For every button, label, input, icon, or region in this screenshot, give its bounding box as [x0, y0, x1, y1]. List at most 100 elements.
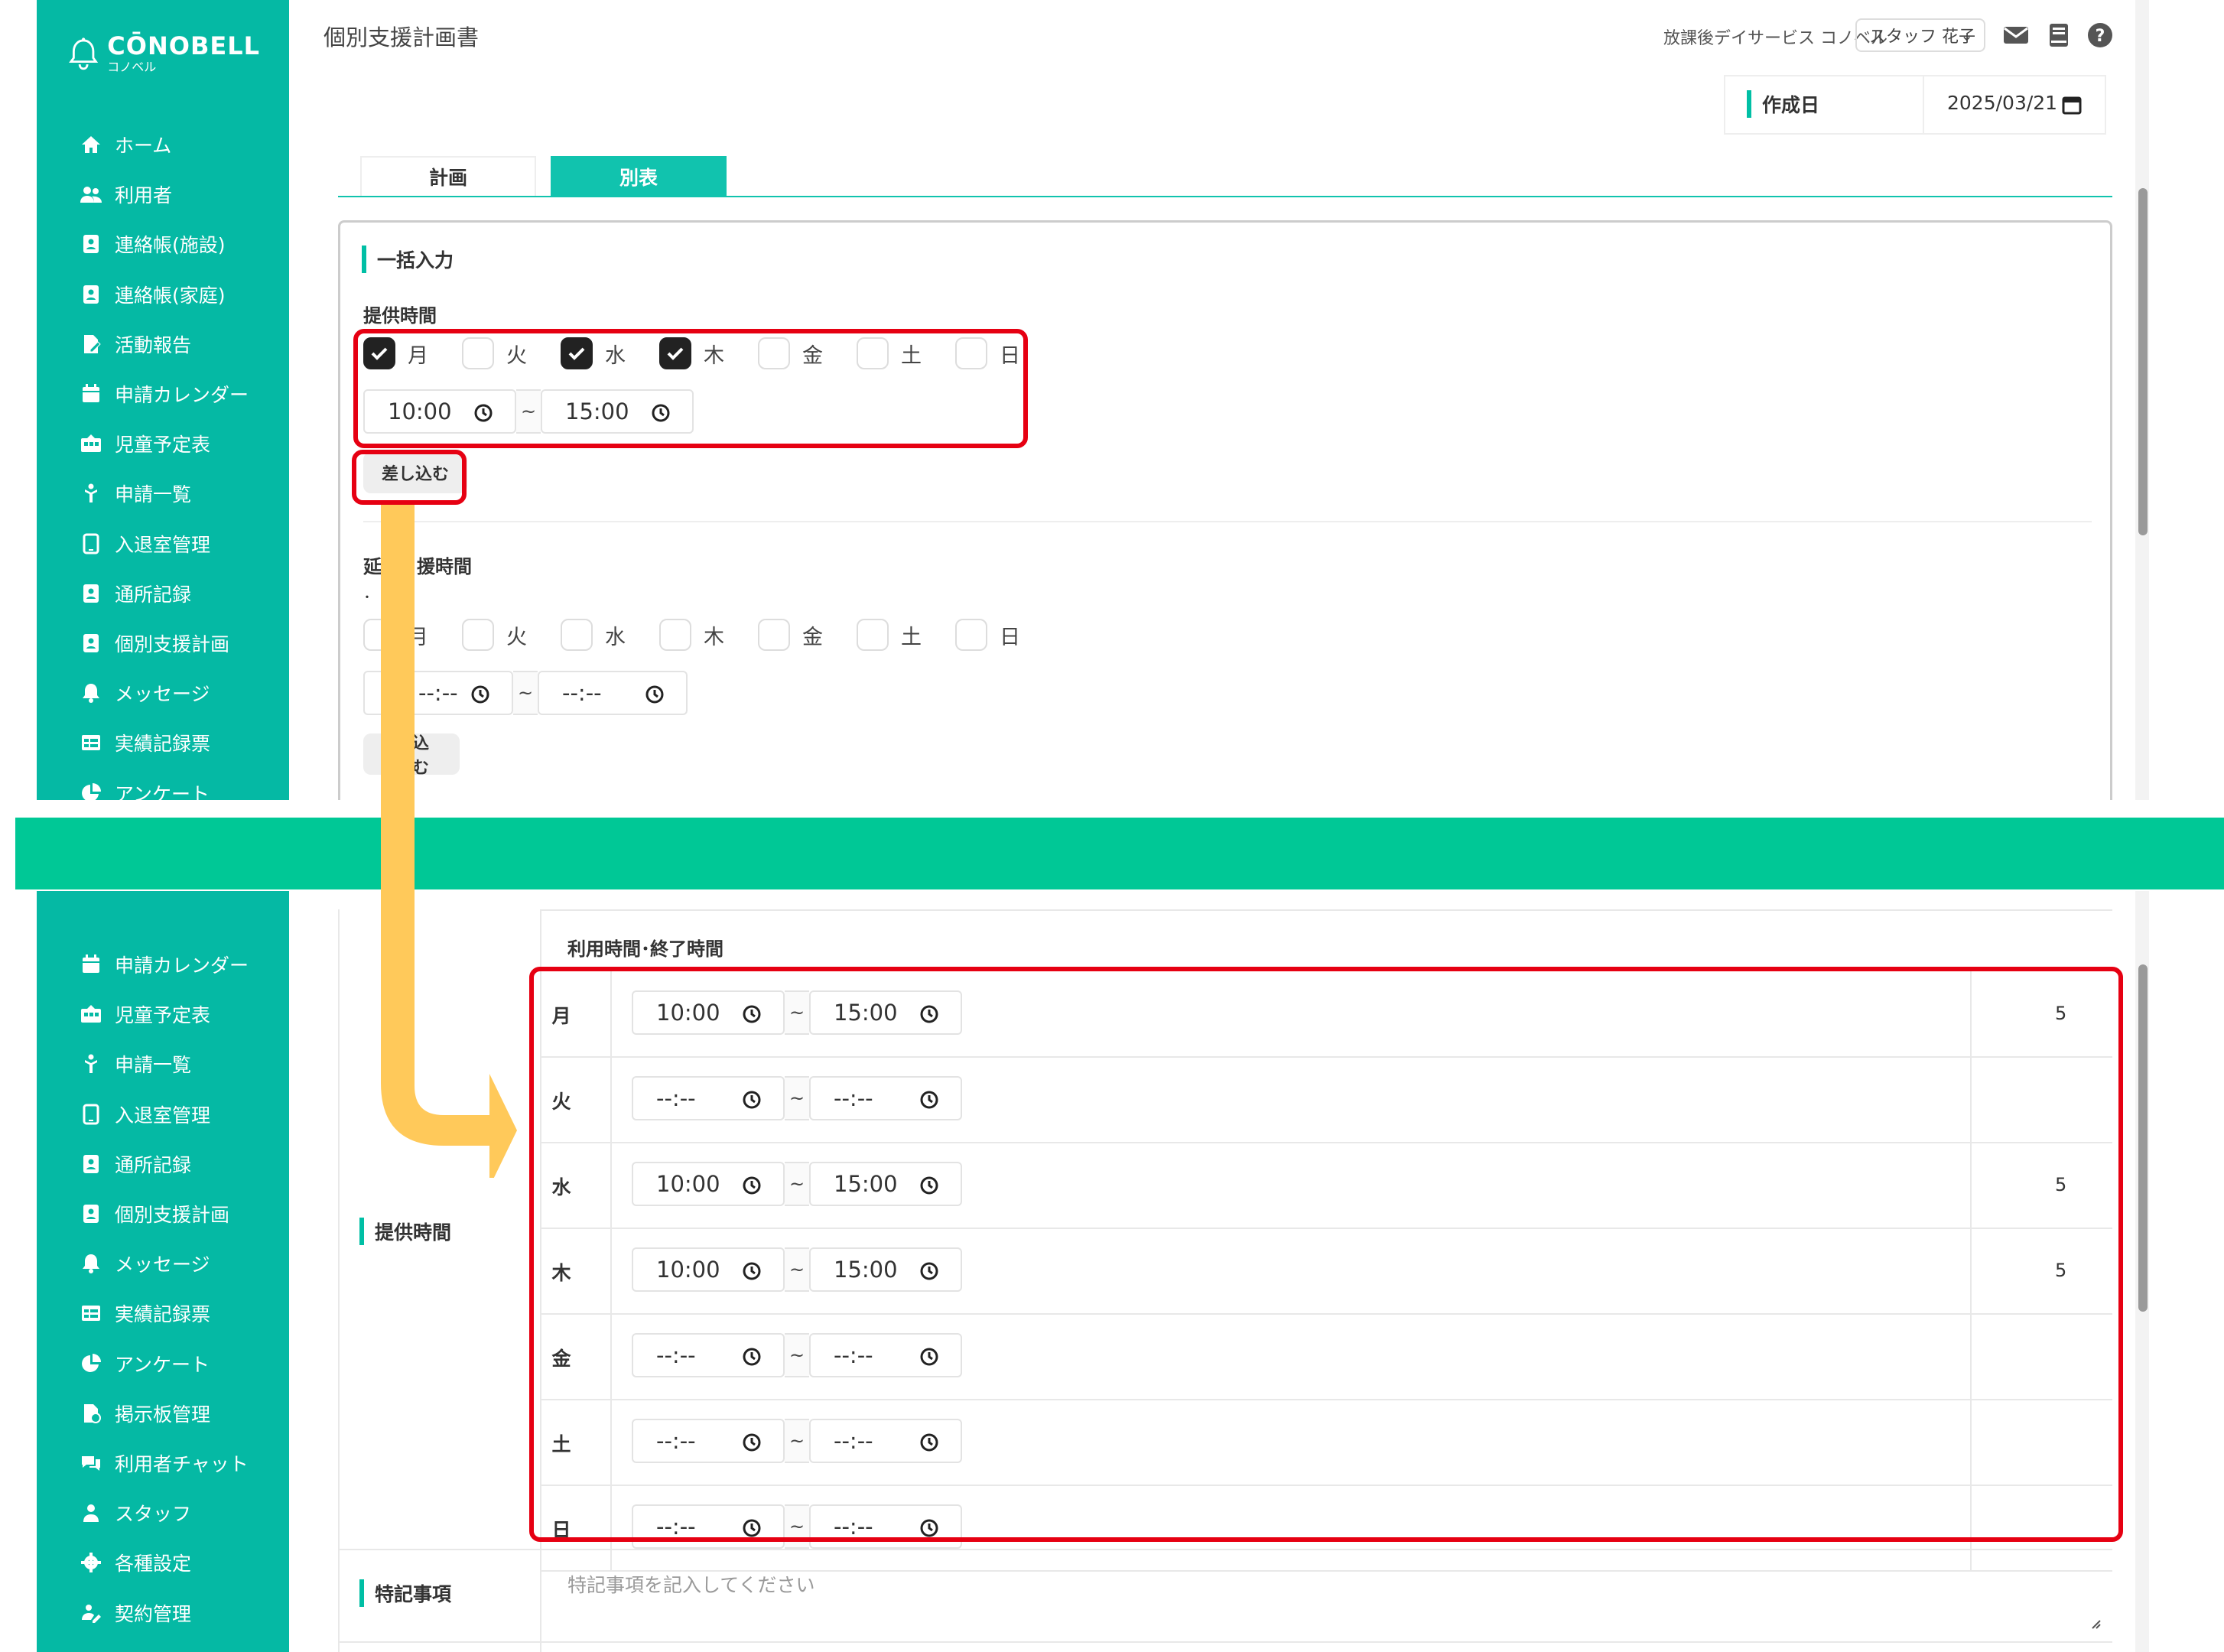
- brand-logo[interactable]: CŌNOBELL コノベル: [69, 26, 260, 81]
- help-icon[interactable]: ?: [2086, 21, 2114, 49]
- day-label: 木: [704, 625, 724, 649]
- sidebar-item-record[interactable]: 通所記録: [80, 578, 191, 609]
- notes-textarea[interactable]: 特記事項を記入してください: [567, 1570, 815, 1598]
- sidebar-item-table[interactable]: 実績記録票: [80, 1298, 210, 1328]
- sidebar-item-contract[interactable]: 契約管理: [80, 1598, 191, 1628]
- calendar-icon: [83, 384, 99, 402]
- sidebar-item-label: 申請カレンダー: [115, 954, 249, 977]
- sidebar-item-tablet[interactable]: 入退室管理: [80, 528, 210, 559]
- book-icon[interactable]: [2045, 21, 2073, 49]
- sidebar-item-calendar[interactable]: 申請カレンダー: [80, 379, 249, 409]
- date-separator: [1923, 76, 1924, 135]
- checkbox[interactable]: [758, 619, 790, 651]
- sidebar-item-staff[interactable]: スタッフ: [80, 1498, 191, 1528]
- table-border: [338, 1549, 2112, 1550]
- sidebar-item-label: メッセージ: [115, 683, 210, 706]
- page-title: 個別支援計画書: [324, 24, 480, 50]
- created-date-input[interactable]: 2025/03/21: [1947, 92, 2057, 114]
- tab-plan[interactable]: 計画: [360, 156, 536, 197]
- top-screenshot-panel: CŌNOBELL コノベル ホーム利用者連絡帳(施設) 連絡帳(家庭) 活動報告申請…: [0, 0, 2224, 800]
- contract-icon: [82, 1604, 101, 1623]
- sidebar-item-label: 実績記録票: [115, 733, 211, 756]
- sidebar-item-home[interactable]: ホーム: [80, 129, 171, 160]
- sidebar-item-board[interactable]: 掲示板管理: [80, 1398, 210, 1429]
- checkbox[interactable]: [857, 619, 889, 651]
- sidebar-item-pie[interactable]: アンケート: [80, 1348, 210, 1379]
- sidebar-item-calendar[interactable]: 申請カレンダー: [80, 949, 249, 980]
- resize-handle-icon[interactable]: [2089, 1618, 2102, 1630]
- scrollbar[interactable]: [2135, 891, 2149, 1652]
- sidebar-item-label: 利用者: [115, 184, 173, 207]
- report-icon: [84, 334, 101, 353]
- plan-icon: [83, 1205, 99, 1223]
- panel-divider: [15, 818, 2224, 889]
- day-label: 金: [802, 625, 823, 649]
- sidebar-item-label: 個別支援計画: [115, 633, 230, 655]
- sidebar-item-users[interactable]: 利用者: [80, 179, 172, 210]
- sidebar-item-contact-book[interactable]: 連絡帳(家庭): [80, 279, 226, 310]
- sidebar-item-request[interactable]: 申請一覧: [80, 1049, 191, 1079]
- extended-day-4[interactable]: 金: [758, 619, 823, 651]
- sidebar-item-request[interactable]: 申請一覧: [80, 478, 191, 509]
- day-label: 土: [901, 625, 922, 649]
- extended-end-time-input[interactable]: --:--: [538, 671, 688, 715]
- table-icon: [82, 1306, 100, 1322]
- checkbox[interactable]: [561, 619, 593, 651]
- sidebar-item-label: 児童予定表: [115, 434, 211, 457]
- sidebar-item-report[interactable]: 活動報告: [80, 329, 191, 359]
- extended-day-2[interactable]: 水: [561, 619, 626, 651]
- checkbox[interactable]: [659, 619, 691, 651]
- sidebar-item-tablet[interactable]: 入退室管理: [80, 1099, 210, 1130]
- chevron-down-icon: ⌄: [1960, 26, 1973, 44]
- sidebar-item-bell[interactable]: メッセージ: [80, 678, 210, 708]
- sidebar-item-label: ホーム: [115, 135, 172, 157]
- sidebar-item-label: 連絡帳(施設): [115, 234, 226, 257]
- contact-book-icon: [83, 235, 99, 254]
- brand-sub: コノベル: [107, 60, 157, 74]
- section-divider: [363, 521, 2092, 522]
- table-border: [338, 909, 340, 1652]
- table-icon: [82, 735, 100, 751]
- sidebar-item-label: 実績記録票: [115, 1303, 211, 1326]
- scrollbar-thumb[interactable]: [2138, 188, 2148, 535]
- extended-day-6[interactable]: 日: [955, 619, 1020, 651]
- sidebar-item-plan[interactable]: 個別支援計画: [80, 1198, 229, 1229]
- sidebar-item-plan[interactable]: 個別支援計画: [80, 628, 229, 659]
- sidebar-item-label: 個別支援計画: [115, 1204, 230, 1226]
- home-icon: [82, 136, 100, 153]
- checkbox[interactable]: [955, 619, 987, 651]
- chat-icon: [82, 1456, 100, 1471]
- table-border: [540, 909, 2112, 911]
- extended-day-5[interactable]: 土: [857, 619, 922, 651]
- sidebar-item-schedule[interactable]: 児童予定表: [80, 428, 210, 459]
- mail-icon[interactable]: [2002, 21, 2030, 49]
- sidebar-item-contact-book[interactable]: 連絡帳(施設): [80, 229, 226, 259]
- board-icon: [84, 1403, 101, 1423]
- sidebar-item-gear[interactable]: 各種設定: [80, 1547, 191, 1578]
- scrollbar-thumb[interactable]: [2138, 964, 2148, 1312]
- sidebar-item-record[interactable]: 通所記録: [80, 1149, 191, 1179]
- scrollbar[interactable]: [2135, 0, 2149, 800]
- sidebar-item-table[interactable]: 実績記録票: [80, 727, 210, 758]
- tablet-icon: [83, 1104, 99, 1125]
- bell-logo-icon: [69, 37, 99, 70]
- request-icon: [85, 483, 97, 503]
- extended-day-3[interactable]: 木: [659, 619, 724, 651]
- sidebar: CŌNOBELL コノベル ホーム利用者連絡帳(施設) 連絡帳(家庭) 活動報告申請…: [37, 0, 289, 800]
- user-dropdown[interactable]: スタッフ 花子 ⌄: [1855, 18, 1985, 52]
- table-border: [338, 1641, 2112, 1643]
- schedule-icon: [81, 434, 101, 453]
- sidebar-item-label: アンケート: [115, 1353, 210, 1376]
- sidebar: 申請カレンダー児童予定表申請一覧入退室管理通所記録個別支援計画メッセージ実績記録…: [37, 891, 289, 1652]
- sidebar-item-bell[interactable]: メッセージ: [80, 1248, 210, 1279]
- tablet-icon: [83, 533, 99, 554]
- sidebar-item-schedule[interactable]: 児童予定表: [80, 999, 210, 1029]
- gear-icon: [81, 1553, 101, 1573]
- tab-appendix[interactable]: 別表: [551, 156, 727, 197]
- sidebar-item-chat[interactable]: 利用者チャット: [80, 1448, 249, 1478]
- sidebar-item-pie[interactable]: アンケート: [80, 778, 210, 800]
- day-label: 水: [605, 625, 626, 649]
- calendar-icon[interactable]: [2062, 95, 2082, 115]
- bulk-input-title: 一括入力: [362, 246, 454, 273]
- sidebar-item-label: 申請一覧: [115, 483, 192, 506]
